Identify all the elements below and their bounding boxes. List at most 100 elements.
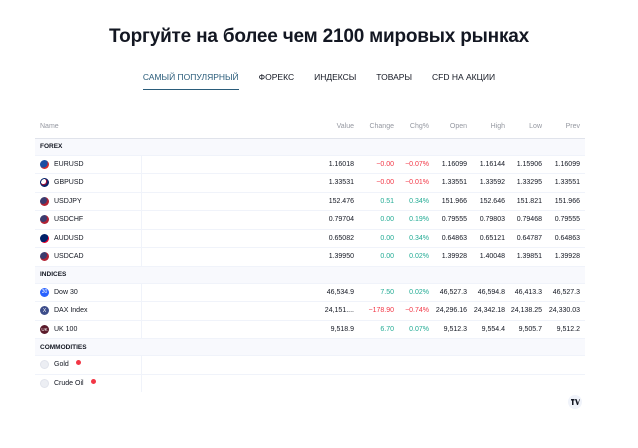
table-row[interactable]: AUDUSD 0.65082 0.00 0.34% 0.64863 0.65121 0.64… [35, 229, 585, 248]
cell-low [510, 374, 547, 392]
header-change[interactable]: Change [359, 116, 399, 139]
table-row[interactable]: Crude Oil [35, 374, 585, 392]
tab-most-popular[interactable]: САМЫЙ ПОПУЛЯРНЫЙ [133, 72, 249, 90]
cell-high: 0.65121 [472, 229, 510, 248]
symbol-name[interactable]: AUDUSD [54, 235, 84, 242]
cell-high: 9,554.4 [472, 320, 510, 339]
symbol-name[interactable]: UK 100 [54, 326, 77, 333]
cell-prev: 46,527.3 [547, 283, 585, 302]
cell-chg-pct: 0.34% [399, 229, 434, 248]
cell-chg-pct: −0.74% [399, 301, 434, 321]
group-label: FOREX [35, 138, 585, 156]
cell-prev: 0.64863 [547, 229, 585, 248]
symbol-name[interactable]: EURUSD [54, 161, 84, 168]
table-row[interactable]: USDCAD 1.39950 0.00 0.02% 1.39928 1.40048 1.39… [35, 247, 585, 267]
aud-flag-icon [40, 233, 49, 243]
tab-stock-cfds[interactable]: CFD НА АКЦИИ [422, 72, 505, 90]
cell-open: 1.16099 [434, 155, 472, 174]
cell-low: 46,413.3 [510, 283, 547, 302]
cell-open: 1.39928 [434, 247, 472, 267]
cell-open: 24,296.16 [434, 301, 472, 321]
cell-high: 1.40048 [472, 247, 510, 267]
cell-change [359, 374, 399, 392]
tab-forex[interactable]: ФОРЕКС [249, 72, 304, 90]
usd-flag-icon [40, 196, 49, 206]
table-row[interactable]: USDJPY 152.476 0.51 0.34% 151.966 152.646 151.… [35, 192, 585, 211]
cell-chg-pct: −0.01% [399, 173, 434, 193]
cell-change: −0.00 [359, 155, 399, 174]
table-row[interactable]: EURUSD 1.16018 −0.00 −0.07% 1.16099 1.16144 1.… [35, 155, 585, 174]
header-high[interactable]: High [472, 116, 510, 139]
cell-prev [547, 355, 585, 375]
cell-chg-pct [399, 355, 434, 375]
symbol-name[interactable]: USDCAD [54, 253, 84, 260]
symbol-name[interactable]: USDCHF [54, 216, 83, 223]
cell-high: 0.79803 [472, 210, 510, 230]
table-header-row: Name Value Change Chg% Open High Low Pre… [35, 116, 585, 139]
symbol-name[interactable]: Dow 30 [54, 289, 78, 296]
page-headline: Торгуйте на более чем 2100 мировых рынка… [108, 26, 530, 47]
cell-change: 0.00 [359, 229, 399, 248]
symbol-cell[interactable]: GBPUSD [35, 173, 142, 193]
cell-chg-pct: 0.07% [399, 320, 434, 339]
gbp-flag-icon [40, 178, 49, 188]
table-row[interactable]: 30 Dow 30 46,534.9 7.50 0.02% 46,527.3 46,594.… [35, 283, 585, 302]
market-table-container[interactable]: Name Value Change Chg% Open High Low Pre… [35, 116, 585, 392]
group-label: COMMODITIES [35, 338, 585, 356]
table-row[interactable]: USDCHF 0.79704 0.00 0.19% 0.79555 0.79803 0.79… [35, 210, 585, 230]
header-low[interactable]: Low [510, 116, 547, 139]
tab-commodities[interactable]: ТОВАРЫ [366, 72, 422, 90]
cell-open: 0.64863 [434, 229, 472, 248]
symbol-name[interactable]: Gold [54, 361, 69, 368]
cell-prev: 24,330.03 [547, 301, 585, 321]
table-row[interactable]: Gold [35, 355, 585, 375]
dax-index-icon: X [40, 306, 49, 316]
symbol-cell[interactable]: Gold [35, 355, 142, 375]
cell-prev: 0.79555 [547, 210, 585, 230]
symbol-name[interactable]: DAX Index [54, 307, 87, 314]
cell-value: 152.476 [141, 192, 359, 211]
symbol-cell[interactable]: 30 Dow 30 [35, 283, 142, 302]
cell-high: 46,594.8 [472, 283, 510, 302]
cell-prev [547, 374, 585, 392]
cell-value: 1.39950 [141, 247, 359, 267]
symbol-name[interactable]: GBPUSD [54, 179, 84, 186]
symbol-cell[interactable]: UK UK 100 [35, 320, 142, 339]
cell-low: 1.15906 [510, 155, 547, 174]
cell-prev: 1.33551 [547, 173, 585, 193]
cell-change: 7.50 [359, 283, 399, 302]
cell-value [141, 355, 359, 375]
cell-change: −0.00 [359, 173, 399, 193]
symbol-cell[interactable]: USDCAD [35, 247, 142, 267]
symbol-cell[interactable]: X DAX Index [35, 301, 142, 321]
cell-open [434, 374, 472, 392]
tradingview-logo-icon[interactable] [568, 395, 582, 409]
cell-prev: 9,512.2 [547, 320, 585, 339]
header-prev[interactable]: Prev [547, 116, 585, 139]
cell-low: 9,505.7 [510, 320, 547, 339]
table-row[interactable]: X DAX Index 24,151.... −178.90 −0.74% 24,296.… [35, 301, 585, 321]
cell-open: 9,512.3 [434, 320, 472, 339]
cell-open: 151.966 [434, 192, 472, 211]
symbol-cell[interactable]: AUDUSD [35, 229, 142, 248]
cell-value: 46,534.9 [141, 283, 359, 302]
group-header-row: INDICES [35, 266, 585, 284]
cell-open: 0.79555 [434, 210, 472, 230]
tab-indices[interactable]: ИНДЕКСЫ [304, 72, 366, 90]
table-row[interactable]: UK UK 100 9,518.9 6.70 0.07% 9,512.3 9,554.4 9,… [35, 320, 585, 339]
header-open[interactable]: Open [434, 116, 472, 139]
table-row[interactable]: GBPUSD 1.33531 −0.00 −0.01% 1.33551 1.33592 1.… [35, 173, 585, 193]
header-chg-pct[interactable]: Chg% [399, 116, 434, 139]
cell-prev: 1.39928 [547, 247, 585, 267]
symbol-cell[interactable]: EURUSD [35, 155, 142, 174]
header-value[interactable]: Value [141, 116, 359, 139]
symbol-name[interactable]: Crude Oil [54, 380, 84, 387]
header-name[interactable]: Name [35, 116, 141, 139]
symbol-cell[interactable]: USDJPY [35, 192, 142, 211]
symbol-cell[interactable]: USDCHF [35, 210, 142, 230]
group-label: INDICES [35, 266, 585, 284]
symbol-cell[interactable]: Crude Oil [35, 374, 142, 392]
cell-high: 152.646 [472, 192, 510, 211]
symbol-name[interactable]: USDJPY [54, 198, 82, 205]
market-table: Name Value Change Chg% Open High Low Pre… [35, 116, 585, 392]
